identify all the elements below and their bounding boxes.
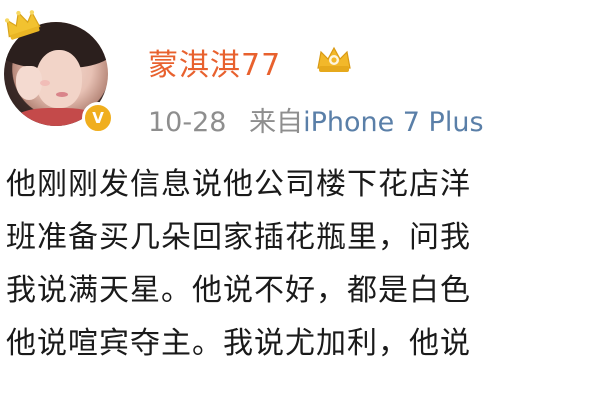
post-meta: 10-28 来自iPhone 7 Plus [148,100,484,139]
post-date: 10-28 [148,107,227,138]
weibo-post: V 蒙淇淇77 10-28 来自iPhone 7 Plus 他刚刚发信息说他公司… [0,0,600,400]
post-text-line: 他说喧宾夺主。我说尤加利，他说 [6,326,471,361]
post-source-prefix: 来自 [249,107,304,138]
author-name[interactable]: 蒙淇淇77 [148,40,281,84]
verified-badge-icon: V [82,102,114,134]
avatar-area[interactable]: V [4,10,114,134]
member-badge-icon[interactable] [314,42,354,74]
post-text-line: 班准备买几朵回家插花瓶里，问我 [6,220,471,255]
post-content: 他刚刚发信息说他公司楼下花店洋 班准备买几朵回家插花瓶里，问我 我说满天星。他说… [6,158,600,370]
post-text-line: 我说满天星。他说不好，都是白色 [6,273,471,308]
post-device-link[interactable]: iPhone 7 Plus [303,107,483,138]
post-text-line: 他刚刚发信息说他公司楼下花店洋 [6,167,471,202]
